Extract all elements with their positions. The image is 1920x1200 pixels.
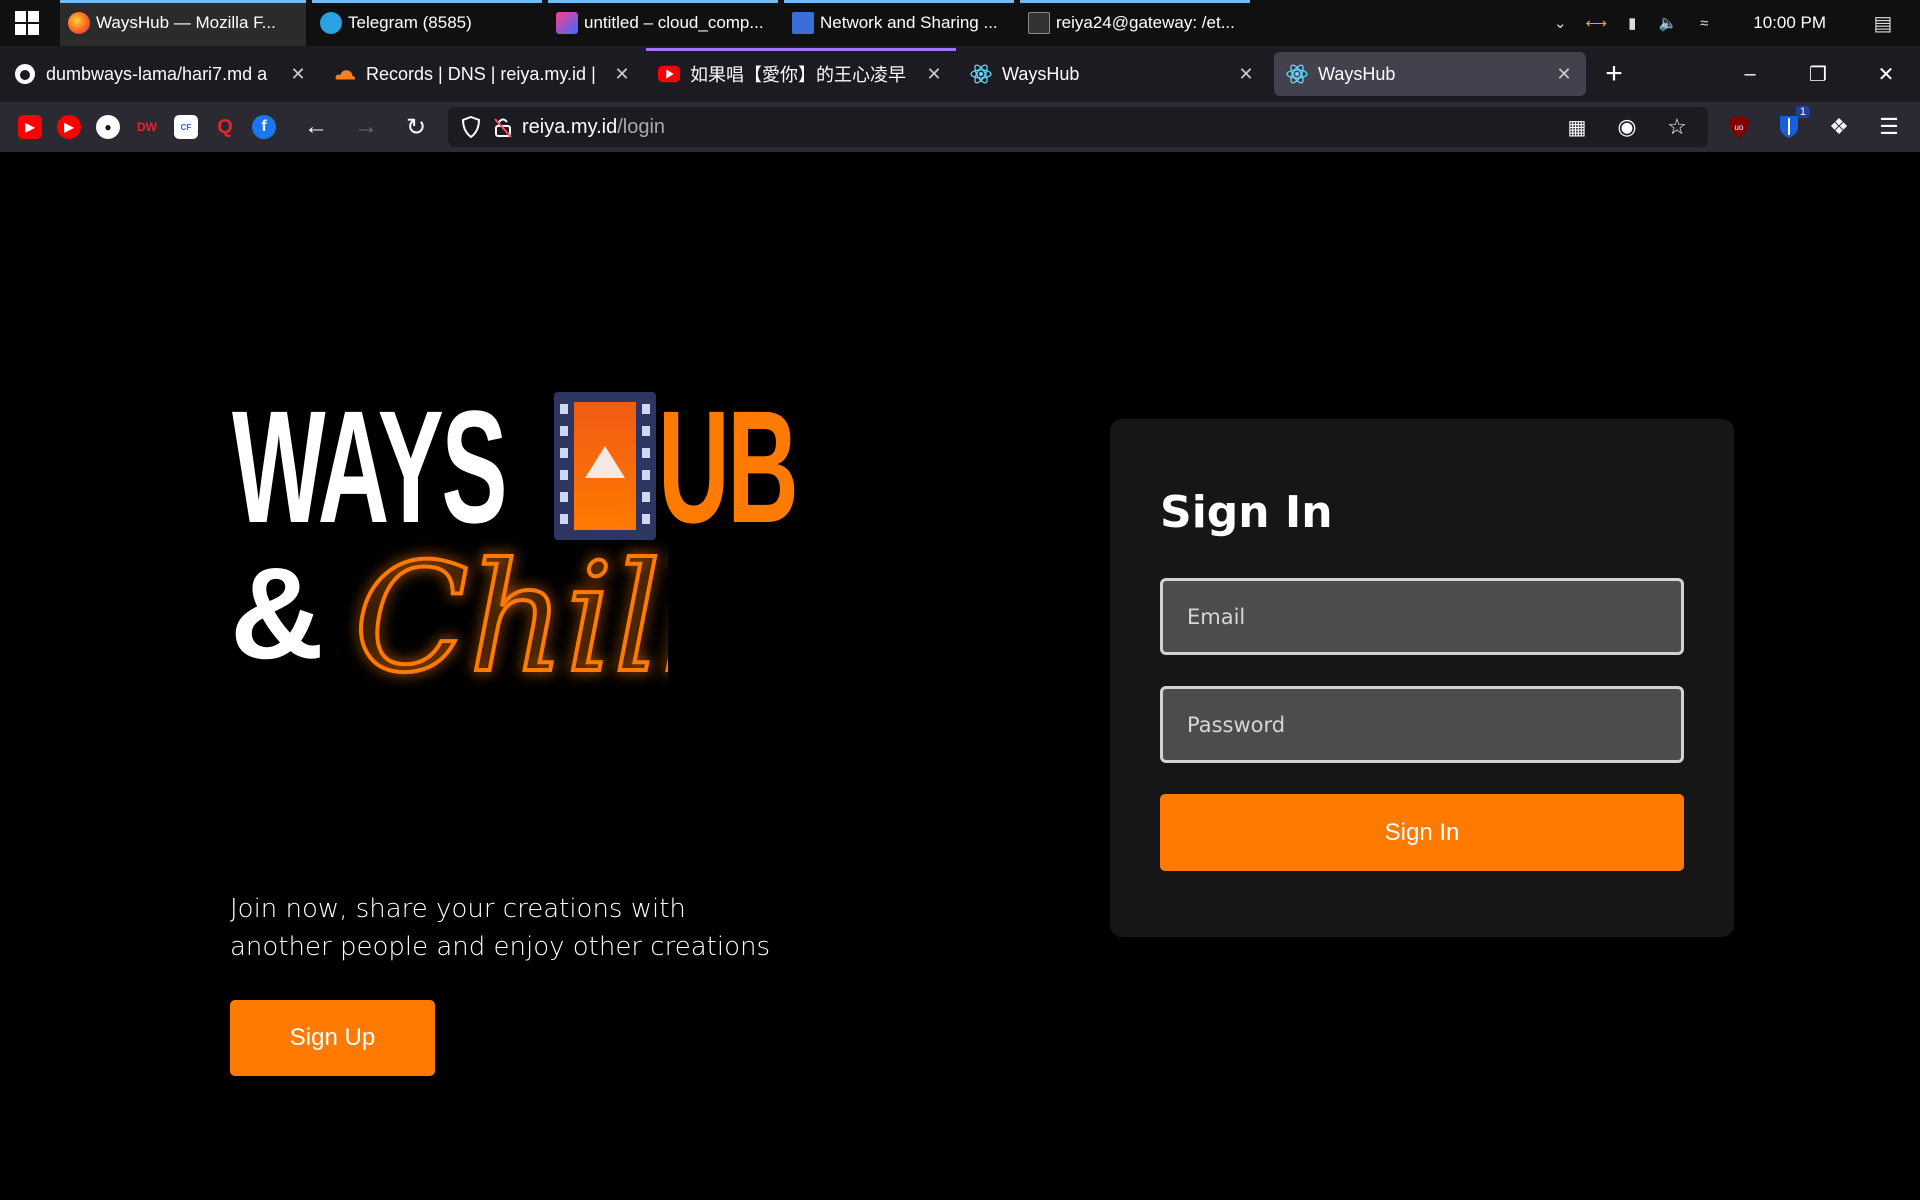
hero-tagline: Join now, share your creations with anot… bbox=[230, 894, 770, 962]
youtube-icon bbox=[658, 63, 680, 85]
close-icon[interactable]: ✕ bbox=[288, 64, 308, 85]
tab-label: WaysHub bbox=[1002, 63, 1080, 84]
page-content: WAYS UB & Chil Join now, share your crea… bbox=[0, 152, 1920, 1200]
insecure-lock-icon[interactable] bbox=[490, 114, 516, 140]
svg-text:uo: uo bbox=[1735, 123, 1744, 132]
hero-section: WAYS UB & Chil Join now, share your crea… bbox=[230, 377, 850, 1076]
sync-icon[interactable]: ⟷ bbox=[1585, 14, 1607, 32]
url-host: reiya.my.id bbox=[522, 115, 618, 138]
restore-icon[interactable]: ❐ bbox=[1784, 46, 1852, 102]
youtube-bookmark-icon[interactable]: ▶ bbox=[18, 115, 42, 139]
password-field[interactable] bbox=[1160, 686, 1684, 763]
bitwarden-badge: 1 bbox=[1795, 106, 1810, 118]
taskbar-app-network[interactable]: Network and Sharing ... bbox=[784, 0, 1014, 46]
tab-label: dumbways-lama/hari7.md a bbox=[46, 63, 268, 84]
reload-icon[interactable]: ↻ bbox=[398, 109, 434, 145]
ide-icon bbox=[556, 12, 578, 34]
github-bookmark-icon[interactable]: ● bbox=[96, 115, 120, 139]
tab-cloudflare[interactable]: Records | DNS | reiya.my.id | ✕ bbox=[322, 52, 644, 96]
logo-ampersand: & bbox=[230, 540, 324, 686]
windows-logo-icon bbox=[15, 11, 39, 35]
facebook-bookmark-icon[interactable]: f bbox=[252, 115, 276, 139]
bitwarden-icon[interactable]: 1 bbox=[1774, 106, 1810, 142]
close-icon[interactable]: ✕ bbox=[612, 64, 632, 85]
toolbar-right: ▦ ◉ ☆ uo 1 ❖ ☰ bbox=[1562, 102, 1920, 152]
tracking-shield-icon[interactable] bbox=[458, 114, 484, 140]
cloudflare-bookmark-icon[interactable]: CF bbox=[174, 115, 198, 139]
taskbar-app-label: WaysHub — Mozilla F... bbox=[96, 13, 276, 32]
sign-in-button[interactable]: Sign In bbox=[1160, 794, 1684, 871]
forward-icon[interactable]: → bbox=[348, 109, 384, 145]
tab-wayshub[interactable]: WaysHub ✕ bbox=[958, 52, 1268, 96]
grid-icon[interactable]: ▦ bbox=[1562, 112, 1592, 142]
cloudflare-icon bbox=[334, 63, 356, 85]
taskbar-app-label: Network and Sharing ... bbox=[820, 13, 998, 32]
logo-chill-script: Chill bbox=[352, 532, 668, 708]
tab-strip: dumbways-lama/hari7.md a ✕ Records | DNS… bbox=[0, 46, 1920, 102]
close-icon[interactable]: ✕ bbox=[1554, 64, 1574, 85]
ublock-icon[interactable]: uo bbox=[1724, 112, 1754, 142]
bookmark-star-icon[interactable]: ☆ bbox=[1662, 112, 1692, 142]
taskbar-app-telegram[interactable]: Telegram (8585) bbox=[312, 0, 542, 46]
taskbar-app-terminal[interactable]: reiya24@gateway: /et... bbox=[1020, 0, 1250, 46]
notification-icon[interactable]: ▤ bbox=[1874, 13, 1893, 35]
minimize-icon[interactable]: – bbox=[1716, 46, 1784, 102]
url-bar[interactable]: reiya.my.id/login bbox=[448, 107, 1708, 147]
chevron-down-icon[interactable]: ⌄ bbox=[1551, 14, 1569, 32]
extensions-icon[interactable]: ❖ bbox=[1824, 112, 1854, 142]
tab-label: WaysHub bbox=[1318, 63, 1396, 84]
back-icon[interactable]: ← bbox=[298, 109, 334, 145]
close-window-icon[interactable]: ✕ bbox=[1852, 46, 1920, 102]
wifi-icon[interactable]: ≈ bbox=[1695, 14, 1713, 32]
sign-up-button[interactable]: Sign Up bbox=[230, 1000, 435, 1076]
network-icon bbox=[792, 12, 814, 34]
clock[interactable]: 10:00 PM bbox=[1753, 13, 1826, 33]
battery-icon[interactable]: ▮ bbox=[1623, 14, 1641, 32]
tab-label: Records | DNS | reiya.my.id | bbox=[366, 63, 596, 84]
taskbar-app-label: untitled – cloud_comp... bbox=[584, 13, 764, 32]
sign-in-title: Sign In bbox=[1160, 487, 1333, 538]
email-field[interactable] bbox=[1160, 578, 1684, 655]
github-icon bbox=[14, 63, 36, 85]
tab-youtube[interactable]: 如果唱【愛你】的王心凌早 ✕ bbox=[646, 48, 956, 96]
taskbar-app-ide[interactable]: untitled – cloud_comp... bbox=[548, 0, 778, 46]
youtube-music-bookmark-icon[interactable]: ▶ bbox=[57, 115, 81, 139]
tab-wayshub-active[interactable]: WaysHub ✕ bbox=[1274, 52, 1586, 96]
start-button[interactable] bbox=[0, 0, 54, 46]
close-icon[interactable]: ✕ bbox=[924, 64, 944, 85]
reader-icon[interactable]: ◉ bbox=[1612, 112, 1642, 142]
sign-in-card: Sign In Sign In bbox=[1110, 419, 1734, 937]
menu-icon[interactable]: ☰ bbox=[1874, 112, 1904, 142]
react-icon bbox=[1286, 63, 1308, 85]
terminal-icon bbox=[1028, 12, 1050, 34]
volume-icon[interactable]: 🔈 bbox=[1659, 14, 1678, 32]
wayshub-logo: WAYS UB & Chil bbox=[230, 377, 850, 709]
dumbways-bookmark-icon[interactable]: DW bbox=[135, 115, 159, 139]
taskbar-app-label: Telegram (8585) bbox=[348, 13, 472, 32]
logo-text-ways: WAYS bbox=[232, 377, 508, 556]
windows-taskbar: WaysHub — Mozilla F... Telegram (8585) u… bbox=[0, 0, 1920, 46]
tab-github[interactable]: dumbways-lama/hari7.md a ✕ bbox=[2, 52, 320, 96]
window-controls: – ❐ ✕ bbox=[1716, 46, 1920, 102]
close-icon[interactable]: ✕ bbox=[1236, 64, 1256, 85]
system-tray: ⌄ ⟷ ▮ 🔈 ≈ 10:00 PM ▤ bbox=[1551, 0, 1920, 46]
film-play-icon bbox=[554, 392, 656, 540]
react-icon bbox=[970, 63, 992, 85]
quora-bookmark-icon[interactable]: Q bbox=[213, 115, 237, 139]
telegram-icon bbox=[320, 12, 342, 34]
new-tab-button[interactable]: + bbox=[1594, 54, 1634, 94]
url-path: /login bbox=[617, 115, 666, 138]
navigation-toolbar: ▶ ▶ ● DW CF Q f ← → ↻ reiya.my.id/login … bbox=[0, 102, 1920, 152]
logo-text-ub: UB bbox=[658, 377, 799, 556]
svg-text:Chill: Chill bbox=[354, 532, 668, 706]
firefox-icon bbox=[68, 12, 90, 34]
tab-label: 如果唱【愛你】的王心凌早 bbox=[690, 65, 906, 85]
taskbar-app-firefox[interactable]: WaysHub — Mozilla F... bbox=[60, 0, 306, 46]
taskbar-app-label: reiya24@gateway: /et... bbox=[1056, 13, 1235, 32]
